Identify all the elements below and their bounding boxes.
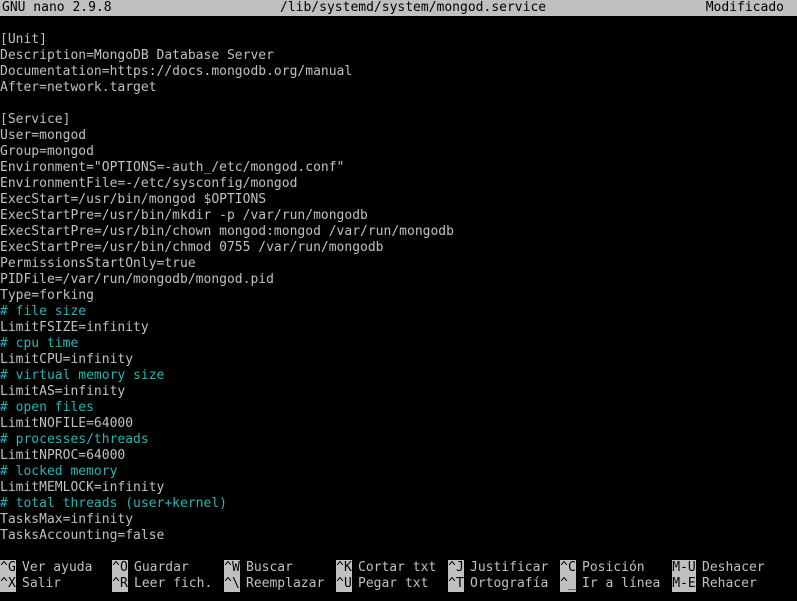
shortcut-key: ^O [112,560,128,576]
config-line[interactable]: [Unit] [0,32,797,48]
shortcut-key: M-U [672,560,696,576]
config-line[interactable]: EnvironmentFile=-/etc/sysconfig/mongod [0,176,797,192]
config-line[interactable]: PIDFile=/var/run/mongodb/mongod.pid [0,272,797,288]
config-line[interactable]: User=mongod [0,128,797,144]
shortcut-key: ^\ [224,576,240,592]
comment-line[interactable]: # cpu time [0,336,797,352]
shortcut-buscar[interactable]: ^W Buscar [224,560,293,576]
config-line[interactable]: LimitCPU=infinity [0,352,797,368]
config-line[interactable]: LimitMEMLOCK=infinity [0,480,797,496]
config-line[interactable]: Type=forking [0,288,797,304]
shortcut-key: ^C [560,560,576,576]
file-path: /lib/systemd/system/mongod.service [280,0,547,15]
shortcut-label: Justificar [470,560,549,575]
config-line[interactable]: TasksMax=infinity [0,512,797,528]
config-line[interactable]: ExecStartPre=/usr/bin/chown mongod:mongo… [0,224,797,240]
shortcut-label: Salir [22,576,62,591]
shortcut-key: ^X [0,576,16,592]
shortcut-label: Ortografía [470,576,549,591]
editor-text-area[interactable]: [Unit] Description=MongoDB Database Serve… [0,32,797,544]
shortcut-key: ^W [224,560,240,576]
shortcut-salir[interactable]: ^X Salir [0,576,61,592]
config-line[interactable]: ExecStartPre=/usr/bin/mkdir -p /var/run/… [0,208,797,224]
config-line[interactable]: [Service] [0,112,797,128]
shortcut-key: M-E [672,576,696,592]
shortcut-key: ^K [336,560,352,576]
shortcut-rehacer[interactable]: M-E Rehacer [672,576,757,592]
shortcut-label: Leer fich. [134,576,213,591]
shortcut-guardar[interactable]: ^O Guardar [112,560,189,576]
comment-line[interactable]: # total threads (user+kernel) [0,496,797,512]
config-line[interactable]: LimitFSIZE=infinity [0,320,797,336]
shortcut-label: Rehacer [702,576,757,591]
shortcut-label: Cortar txt [358,560,437,575]
shortcut-key: ^T [448,576,464,592]
comment-line[interactable]: # processes/threads [0,432,797,448]
comment-line[interactable]: # virtual memory size [0,368,797,384]
config-line[interactable]: LimitAS=infinity [0,384,797,400]
shortcut-leer-fich[interactable]: ^R Leer fich. [112,576,212,592]
shortcut-key: ^_ [560,576,576,592]
nano-title-bar: GNU nano 2.9.8 /lib/systemd/system/mongo… [0,0,797,16]
shortcut-key: ^G [0,560,16,576]
config-line[interactable]: ExecStart=/usr/bin/mongod $OPTIONS [0,192,797,208]
config-line[interactable] [0,96,797,112]
shortcut-label: Reemplazar [246,576,325,591]
config-line[interactable]: Documentation=https://docs.mongodb.org/m… [0,64,797,80]
shortcut-ir-a-línea[interactable]: ^_ Ir a línea [560,576,660,592]
config-line[interactable]: After=network.target [0,80,797,96]
shortcut-key: ^U [336,576,352,592]
shortcut-label: Buscar [246,560,293,575]
shortcut-cortar-txt[interactable]: ^K Cortar txt [336,560,436,576]
shortcut-key: ^J [448,560,464,576]
config-line[interactable]: Environment="OPTIONS=-auth_/etc/mongod.c… [0,160,797,176]
config-line[interactable]: ExecStartPre=/usr/bin/chmod 0755 /var/ru… [0,240,797,256]
app-version: GNU nano 2.9.8 [2,0,112,15]
comment-line[interactable]: # file size [0,304,797,320]
shortcut-key: ^R [112,576,128,592]
shortcut-ver-ayuda[interactable]: ^G Ver ayuda [0,560,92,576]
shortcut-posición[interactable]: ^C Posición [560,560,645,576]
config-line[interactable]: Group=mongod [0,144,797,160]
shortcut-reemplazar[interactable]: ^\ Reemplazar [224,576,324,592]
config-line[interactable]: LimitNOFILE=64000 [0,416,797,432]
shortcut-label: Pegar txt [358,576,429,591]
comment-line[interactable]: # locked memory [0,464,797,480]
shortcut-label: Ir a línea [582,576,661,591]
config-line[interactable]: LimitNPROC=64000 [0,448,797,464]
shortcut-justificar[interactable]: ^J Justificar [448,560,548,576]
shortcut-deshacer[interactable]: M-U Deshacer [672,560,765,576]
config-line[interactable]: Description=MongoDB Database Server [0,48,797,64]
shortcut-label: Posición [582,560,645,575]
config-line[interactable]: TasksAccounting=false [0,528,797,544]
shortcut-label: Ver ayuda [22,560,93,575]
shortcut-label: Deshacer [702,560,765,575]
shortcut-pegar-txt[interactable]: ^U Pegar txt [336,576,428,592]
config-line[interactable]: PermissionsStartOnly=true [0,256,797,272]
comment-line[interactable]: # open files [0,400,797,416]
shortcut-ortografía[interactable]: ^T Ortografía [448,576,548,592]
modified-status: Modificado [705,0,784,15]
shortcut-label: Guardar [134,560,189,575]
